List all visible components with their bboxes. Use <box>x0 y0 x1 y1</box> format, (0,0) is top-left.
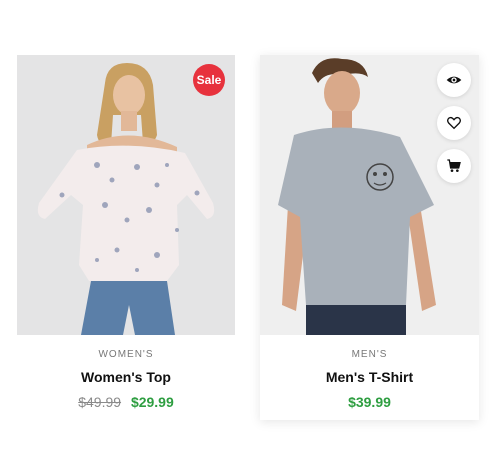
product-card-womens-top[interactable]: Sale WOMEN'S Women's Top $49.99 $29.99 <box>17 55 235 420</box>
price-row: $39.99 <box>260 394 479 410</box>
eye-icon <box>446 76 462 84</box>
sale-badge: Sale <box>193 64 225 96</box>
womens-top-photo <box>17 55 235 335</box>
current-price: $29.99 <box>130 394 174 410</box>
price-row: $49.99 $29.99 <box>17 394 235 410</box>
product-card-mens-tshirt[interactable]: MEN'S Men's T-Shirt $39.99 <box>260 55 479 420</box>
product-title[interactable]: Men's T-Shirt <box>260 369 479 385</box>
heart-icon <box>447 116 461 130</box>
current-price: $39.99 <box>348 394 391 410</box>
product-category[interactable]: WOMEN'S <box>17 349 235 360</box>
quick-actions <box>437 63 471 183</box>
quick-view-button[interactable] <box>437 63 471 97</box>
product-info: WOMEN'S Women's Top $49.99 $29.99 <box>17 335 235 420</box>
product-image[interactable] <box>17 55 235 335</box>
old-price: $49.99 <box>78 394 122 410</box>
cart-icon <box>447 159 461 172</box>
product-title[interactable]: Women's Top <box>17 369 235 385</box>
add-to-cart-button[interactable] <box>437 149 471 183</box>
product-info: MEN'S Men's T-Shirt $39.99 <box>260 335 479 420</box>
product-category[interactable]: MEN'S <box>260 349 479 360</box>
wishlist-button[interactable] <box>437 106 471 140</box>
